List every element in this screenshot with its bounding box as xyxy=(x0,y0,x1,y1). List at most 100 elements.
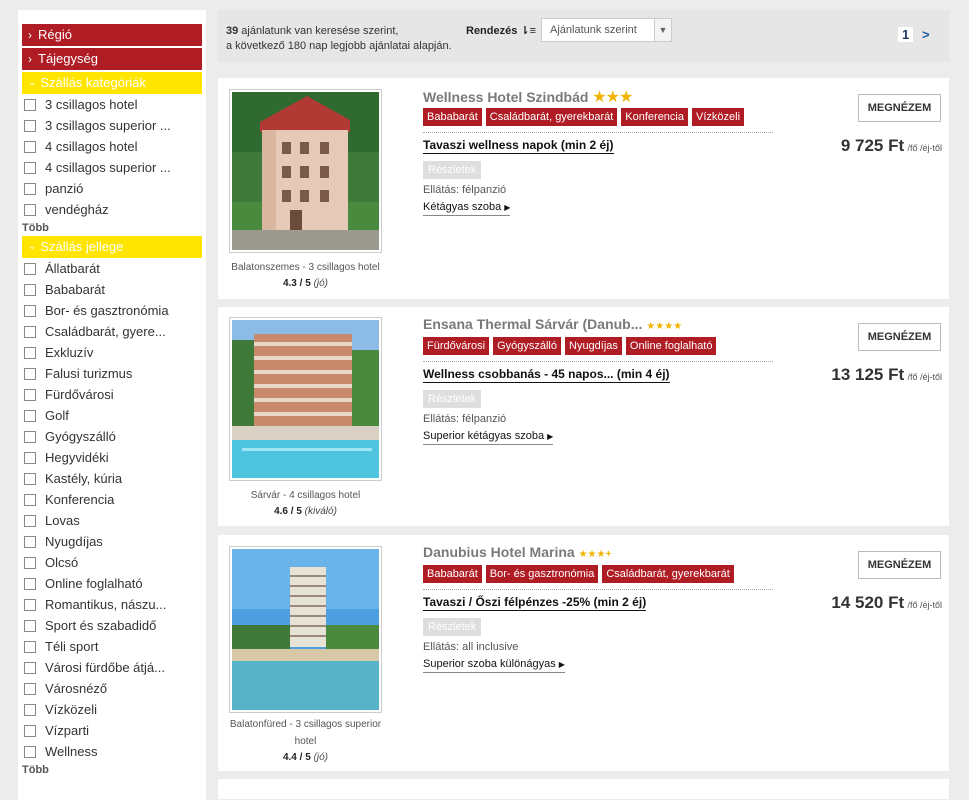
checkbox[interactable] xyxy=(24,514,36,527)
hotel-photo[interactable] xyxy=(229,89,382,253)
hotel-tag[interactable]: Online foglalható xyxy=(625,337,717,355)
hotel-tag[interactable]: Bababarát xyxy=(423,108,482,126)
checkbox[interactable] xyxy=(24,556,36,569)
view-hotel-button[interactable]: MEGNÉZEM xyxy=(858,551,941,579)
checkbox[interactable] xyxy=(24,182,36,195)
checkbox[interactable] xyxy=(24,451,36,464)
category-filter-item[interactable]: 3 csillagos hotel xyxy=(18,94,206,115)
type-filter-header[interactable]: ⌄ Szállás jellege xyxy=(22,236,202,258)
category-filter-item-label: panzió xyxy=(45,181,84,196)
type-filter-item[interactable]: Online foglalható xyxy=(18,573,206,594)
type-filter-item[interactable]: Vízparti xyxy=(18,720,206,741)
view-hotel-button[interactable]: MEGNÉZEM xyxy=(858,94,941,122)
type-more-link[interactable]: Több xyxy=(18,762,206,778)
type-filter-item[interactable]: Falusi turizmus xyxy=(18,363,206,384)
hotel-tag[interactable]: Vízközeli xyxy=(692,108,745,126)
checkbox[interactable] xyxy=(24,640,36,653)
type-filter-item[interactable]: Nyugdíjas xyxy=(18,531,206,552)
type-filter-item-label: Sport és szabadidő xyxy=(45,618,157,633)
room-link[interactable]: Superior szoba különágyas ▶ xyxy=(423,657,565,673)
checkbox[interactable] xyxy=(24,119,36,132)
checkbox[interactable] xyxy=(24,203,36,216)
hotel-tag[interactable]: Fürdővárosi xyxy=(423,337,490,355)
type-filter-item[interactable]: Hegyvidéki xyxy=(18,447,206,468)
hotel-name[interactable]: Ensana Thermal Sárvár (Danub... ★★★★ xyxy=(423,316,682,332)
offer-link[interactable]: Tavaszi wellness napok (min 2 éj) xyxy=(423,138,614,154)
checkbox[interactable] xyxy=(24,703,36,716)
hotel-tag[interactable]: Bababarát xyxy=(423,565,482,583)
hotel-tag[interactable]: Bor- és gasztronómia xyxy=(485,565,599,583)
checkbox[interactable] xyxy=(24,577,36,590)
hotel-tag[interactable]: Gyógyszálló xyxy=(493,337,561,355)
hotel-tag[interactable]: Családbarát, gyerekbarát xyxy=(485,108,618,126)
category-filter-item[interactable]: 4 csillagos superior ... xyxy=(18,157,206,178)
hotel-photo[interactable] xyxy=(229,546,382,713)
hotel-tag[interactable]: Nyugdíjas xyxy=(565,337,622,355)
type-filter-item[interactable]: Állatbarát xyxy=(18,258,206,279)
checkbox[interactable] xyxy=(24,493,36,506)
checkbox[interactable] xyxy=(24,98,36,111)
room-link[interactable]: Kétágyas szoba ▶ xyxy=(423,200,511,216)
checkbox[interactable] xyxy=(24,388,36,401)
room-link[interactable]: Superior kétágyas szoba ▶ xyxy=(423,429,554,445)
hotel-name[interactable]: Danubius Hotel Marina ★★★+ xyxy=(423,544,611,560)
checkbox[interactable] xyxy=(24,619,36,632)
checkbox[interactable] xyxy=(24,161,36,174)
checkbox[interactable] xyxy=(24,367,36,380)
category-more-link[interactable]: Több xyxy=(18,220,206,236)
type-filter-item[interactable]: Romantikus, nászu... xyxy=(18,594,206,615)
checkbox[interactable] xyxy=(24,140,36,153)
checkbox[interactable] xyxy=(24,262,36,275)
hotel-photo[interactable] xyxy=(229,317,382,481)
category-filter-item[interactable]: panzió xyxy=(18,178,206,199)
checkbox[interactable] xyxy=(24,346,36,359)
type-filter-item[interactable]: Városnéző xyxy=(18,678,206,699)
checkbox[interactable] xyxy=(24,745,36,758)
checkbox[interactable] xyxy=(24,724,36,737)
type-filter-item[interactable]: Golf xyxy=(18,405,206,426)
pagination-current-page[interactable]: 1 xyxy=(898,27,914,42)
category-filter-header[interactable]: ⌄ Szállás kategóriák xyxy=(22,72,202,94)
type-filter-item[interactable]: Olcsó xyxy=(18,552,206,573)
type-filter-item[interactable]: Gyógyszálló xyxy=(18,426,206,447)
hotel-tag[interactable]: Konferencia xyxy=(621,108,688,126)
type-filter-item[interactable]: Fürdővárosi xyxy=(18,384,206,405)
checkbox[interactable] xyxy=(24,472,36,485)
pagination-next[interactable]: > xyxy=(922,27,930,42)
category-filter-item[interactable]: vendégház xyxy=(18,199,206,220)
category-filter-item[interactable]: 4 csillagos hotel xyxy=(18,136,206,157)
type-filter-item[interactable]: Bor- és gasztronómia xyxy=(18,300,206,321)
checkbox[interactable] xyxy=(24,535,36,548)
region-filter-header[interactable]: › Régió xyxy=(22,24,202,46)
checkbox[interactable] xyxy=(24,430,36,443)
theme-filter-header[interactable]: › Tájegység xyxy=(22,48,202,70)
type-filter-item[interactable]: Családbarát, gyere... xyxy=(18,321,206,342)
checkbox[interactable] xyxy=(24,598,36,611)
type-filter-item[interactable]: Téli sport xyxy=(18,636,206,657)
category-filter-item[interactable]: 3 csillagos superior ... xyxy=(18,115,206,136)
hotel-name[interactable]: Wellness Hotel Szindbád ★★★ xyxy=(423,87,633,107)
type-filter-item[interactable]: Sport és szabadidő xyxy=(18,615,206,636)
offer-link[interactable]: Tavaszi / Őszi félpénzes -25% (min 2 éj) xyxy=(423,595,647,611)
checkbox[interactable] xyxy=(24,661,36,674)
type-filter-item[interactable]: Wellness xyxy=(18,741,206,762)
view-hotel-button[interactable]: MEGNÉZEM xyxy=(858,323,941,351)
type-filter-item[interactable]: Konferencia xyxy=(18,489,206,510)
type-filter-item[interactable]: Vízközeli xyxy=(18,699,206,720)
checkbox[interactable] xyxy=(24,682,36,695)
details-button[interactable]: Részletek xyxy=(423,618,482,636)
type-filter-item[interactable]: Bababarát xyxy=(18,279,206,300)
type-filter-item[interactable]: Kastély, kúria xyxy=(18,468,206,489)
type-filter-item[interactable]: Exkluzív xyxy=(18,342,206,363)
offer-link[interactable]: Wellness csobbanás - 45 napos... (min 4 … xyxy=(423,367,670,383)
hotel-tag[interactable]: Családbarát, gyerekbarát xyxy=(602,565,734,583)
type-filter-item[interactable]: Városi fürdőbe átjá... xyxy=(18,657,206,678)
checkbox[interactable] xyxy=(24,283,36,296)
sort-select[interactable]: Ajánlatunk szerint ▼ xyxy=(541,18,672,42)
details-button[interactable]: Részletek xyxy=(423,390,482,408)
checkbox[interactable] xyxy=(24,304,36,317)
details-button[interactable]: Részletek xyxy=(423,161,482,179)
checkbox[interactable] xyxy=(24,325,36,338)
checkbox[interactable] xyxy=(24,409,36,422)
type-filter-item[interactable]: Lovas xyxy=(18,510,206,531)
